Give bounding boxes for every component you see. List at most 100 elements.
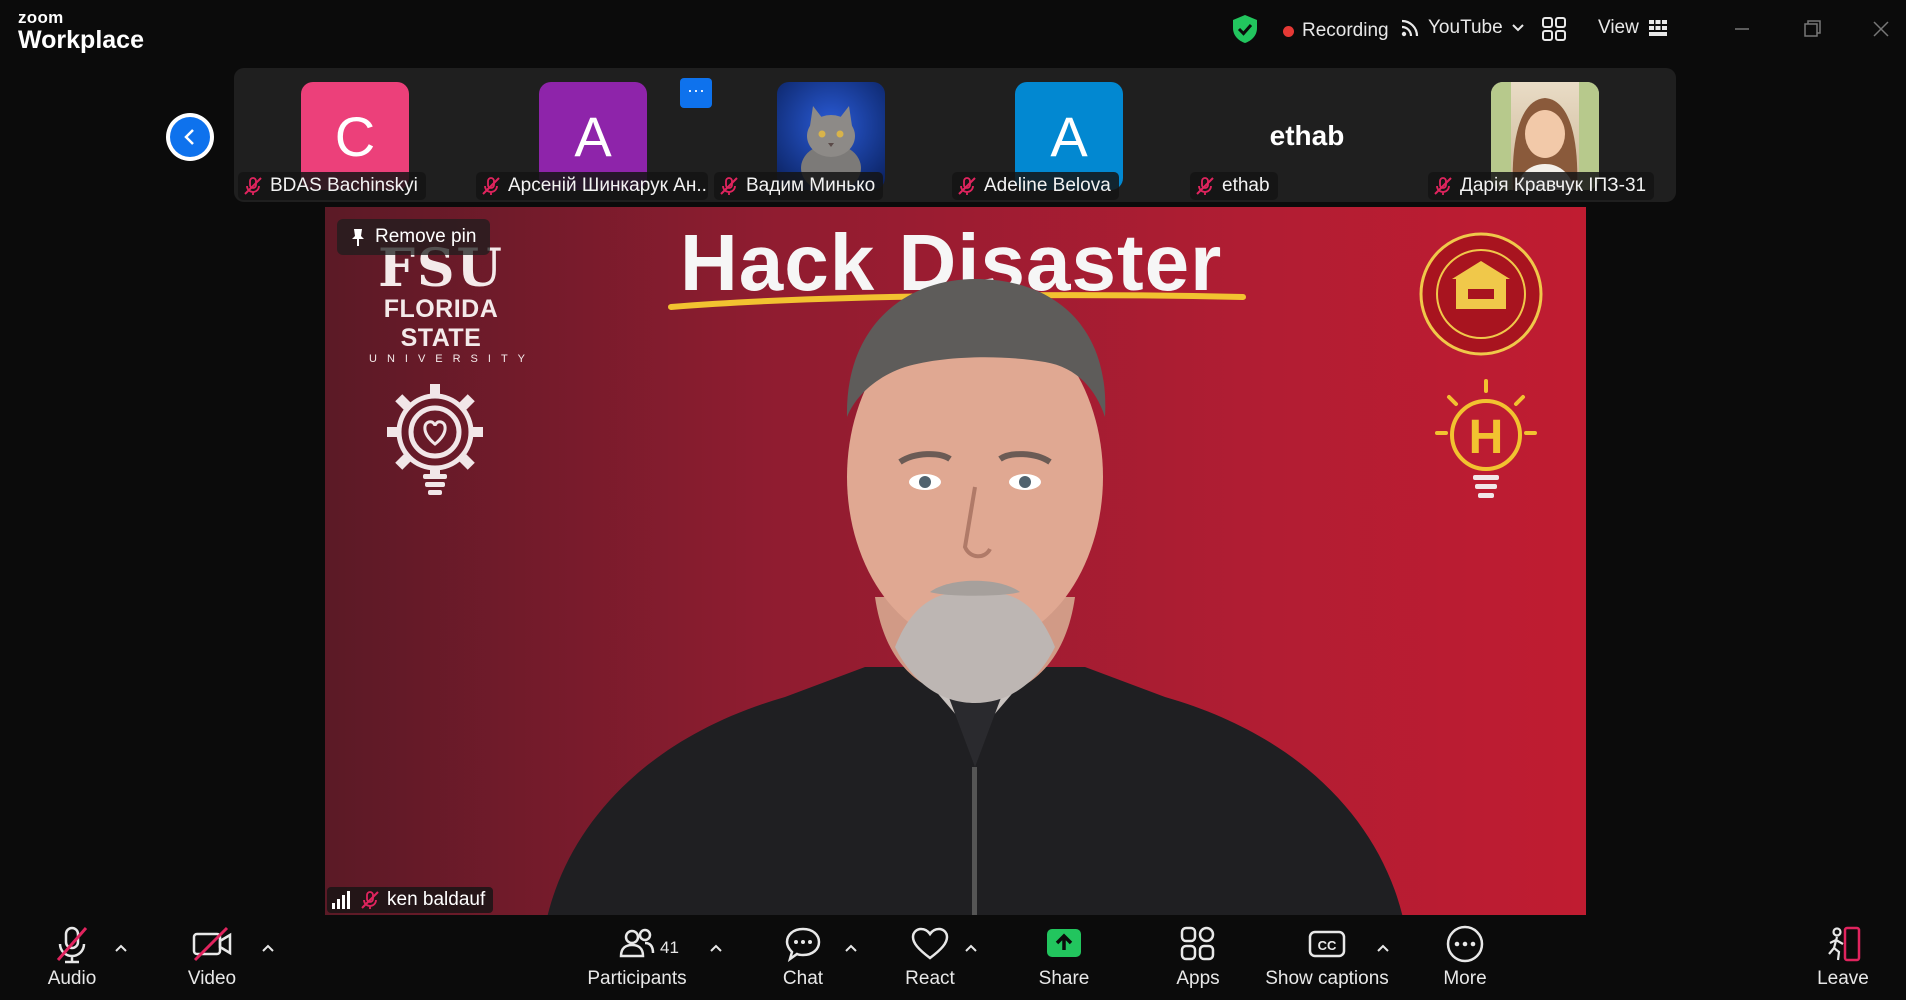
recording-dot-icon (1283, 25, 1294, 37)
chat-icon (785, 927, 821, 963)
recording-indicator[interactable]: Recording (1283, 20, 1389, 42)
participants-icon (619, 928, 655, 958)
participants-count: 41 (660, 938, 679, 957)
speaker-name-tag: ken baldauf (327, 887, 494, 913)
participant-tile[interactable]: A Арсеній Шинкарук Ан... (472, 68, 710, 202)
participant-name: Adeline Belova (984, 175, 1111, 196)
apps-icon (1180, 926, 1215, 961)
more-button[interactable]: More (1437, 922, 1493, 996)
participant-name-tag: Арсеній Шинкарук Ан... (476, 172, 708, 200)
share-screen-icon (1047, 929, 1081, 957)
mic-muted-icon (482, 177, 500, 195)
grid-view-icon (1648, 20, 1667, 36)
svg-text:CC: CC (1318, 938, 1337, 953)
recording-label: Recording (1302, 20, 1389, 41)
leave-meeting-button[interactable]: Leave (1815, 922, 1871, 996)
university-seal-icon (1419, 232, 1543, 356)
tile-more-options-button[interactable]: ··· (680, 78, 712, 108)
chat-label: Chat (782, 968, 824, 989)
leave-label: Leave (1817, 968, 1869, 989)
app-logo: zoom Workplace (18, 9, 144, 53)
participant-name-tag: Вадим Минько (714, 172, 884, 200)
show-captions-button[interactable]: CC Show captions (1262, 922, 1392, 996)
view-button[interactable]: View (1598, 17, 1667, 39)
remove-pin-button[interactable]: Remove pin (337, 219, 491, 255)
close-icon[interactable] (1866, 14, 1896, 44)
react-label: React (905, 968, 955, 989)
title-bar: zoom Workplace Recording YouTube View (0, 0, 1906, 64)
apps-button[interactable]: Apps (1170, 922, 1226, 996)
stream-label: YouTube (1428, 17, 1503, 38)
participant-tile[interactable]: Дарія Кравчук ІПЗ-31 (1424, 68, 1662, 202)
live-stream-dropdown[interactable]: YouTube (1400, 17, 1525, 39)
participant-name: Арсеній Шинкарук Ан... (508, 175, 708, 196)
participants-button[interactable]: Participants (582, 922, 692, 996)
mic-muted-icon (720, 177, 738, 195)
hack-h-logo-icon: H (1435, 379, 1537, 498)
share-screen-button[interactable]: Share (1036, 922, 1092, 996)
apps-label: Apps (1176, 968, 1220, 989)
participants-filmstrip: C BDAS Bachinskyi A Арсеній Шинкарук Ан.… (234, 68, 1676, 202)
audio-label: Audio (47, 968, 97, 989)
more-label: More (1443, 968, 1487, 989)
camera-off-icon (192, 926, 232, 962)
captions-label: Show captions (1265, 968, 1389, 989)
mic-muted-icon (56, 926, 88, 964)
captions-options-caret-icon[interactable] (1375, 940, 1391, 956)
participants-label: Participants (587, 968, 687, 989)
innovation-gear-icon (387, 384, 483, 495)
mic-muted-icon (1434, 177, 1452, 195)
react-button[interactable]: React (902, 922, 958, 996)
mic-muted-icon (244, 177, 262, 195)
share-label: Share (1038, 968, 1090, 989)
video-button[interactable]: Video (184, 922, 240, 996)
fsu-subtitle: UNIVERSITY (369, 353, 536, 365)
participant-name: Вадим Минько (746, 175, 876, 196)
participant-name: Дарія Кравчук ІПЗ-31 (1460, 175, 1647, 196)
logo-top: zoom (18, 8, 64, 27)
mic-muted-icon (361, 891, 379, 909)
filmstrip-prev-button[interactable] (166, 113, 214, 161)
mic-muted-icon (958, 177, 976, 195)
encryption-shield-icon[interactable] (1231, 14, 1259, 44)
meeting-toolbar: Audio Video Participants 41 Chat React S… (0, 918, 1906, 1000)
remove-pin-label: Remove pin (375, 226, 477, 247)
signal-strength-icon (332, 891, 350, 909)
participant-name: ethab (1222, 175, 1270, 196)
live-stream-icon (1401, 19, 1419, 37)
chat-options-caret-icon[interactable] (843, 940, 859, 956)
view-label: View (1598, 17, 1639, 38)
more-dots-icon (1446, 925, 1484, 963)
participant-name-tag: ethab (1190, 172, 1278, 200)
leave-door-icon (1828, 926, 1861, 962)
chevron-left-icon (184, 129, 194, 145)
participants-options-caret-icon[interactable] (708, 940, 724, 956)
audio-button[interactable]: Audio (44, 922, 100, 996)
participant-name-tag: Adeline Belova (952, 172, 1119, 200)
participant-tile[interactable]: ethab ethab (1186, 68, 1424, 202)
fsu-logo: FSU FLORIDA STATE UNIVERSITY (361, 243, 536, 366)
participant-name-tag: BDAS Bachinskyi (238, 172, 426, 200)
active-speaker-video[interactable]: FSU FLORIDA STATE UNIVERSITY Hack Disast… (325, 207, 1586, 915)
minimize-icon[interactable] (1727, 14, 1757, 44)
chat-button[interactable]: Chat (775, 922, 831, 996)
participant-tile[interactable]: A Adeline Belova (948, 68, 1186, 202)
participant-tile[interactable]: Вадим Минько (710, 68, 948, 202)
restore-icon[interactable] (1797, 14, 1827, 44)
svg-text:H: H (1469, 411, 1504, 464)
speaker-video-feed (547, 278, 1403, 915)
heart-icon (911, 927, 949, 960)
gallery-layout-icon[interactable] (1541, 16, 1567, 42)
react-options-caret-icon[interactable] (963, 940, 979, 956)
closed-captions-icon: CC (1308, 930, 1346, 958)
audio-options-caret-icon[interactable] (113, 940, 129, 956)
chevron-down-icon (1511, 24, 1524, 32)
participant-name-tag: Дарія Кравчук ІПЗ-31 (1428, 172, 1655, 200)
video-label: Video (187, 968, 237, 989)
mic-muted-icon (1196, 177, 1214, 195)
logo-bottom: Workplace (18, 26, 144, 54)
participant-tile[interactable]: C BDAS Bachinskyi (234, 68, 472, 202)
speaker-name: ken baldauf (387, 889, 486, 910)
fsu-wordmark: FLORIDA STATE (383, 295, 499, 352)
video-options-caret-icon[interactable] (260, 940, 276, 956)
